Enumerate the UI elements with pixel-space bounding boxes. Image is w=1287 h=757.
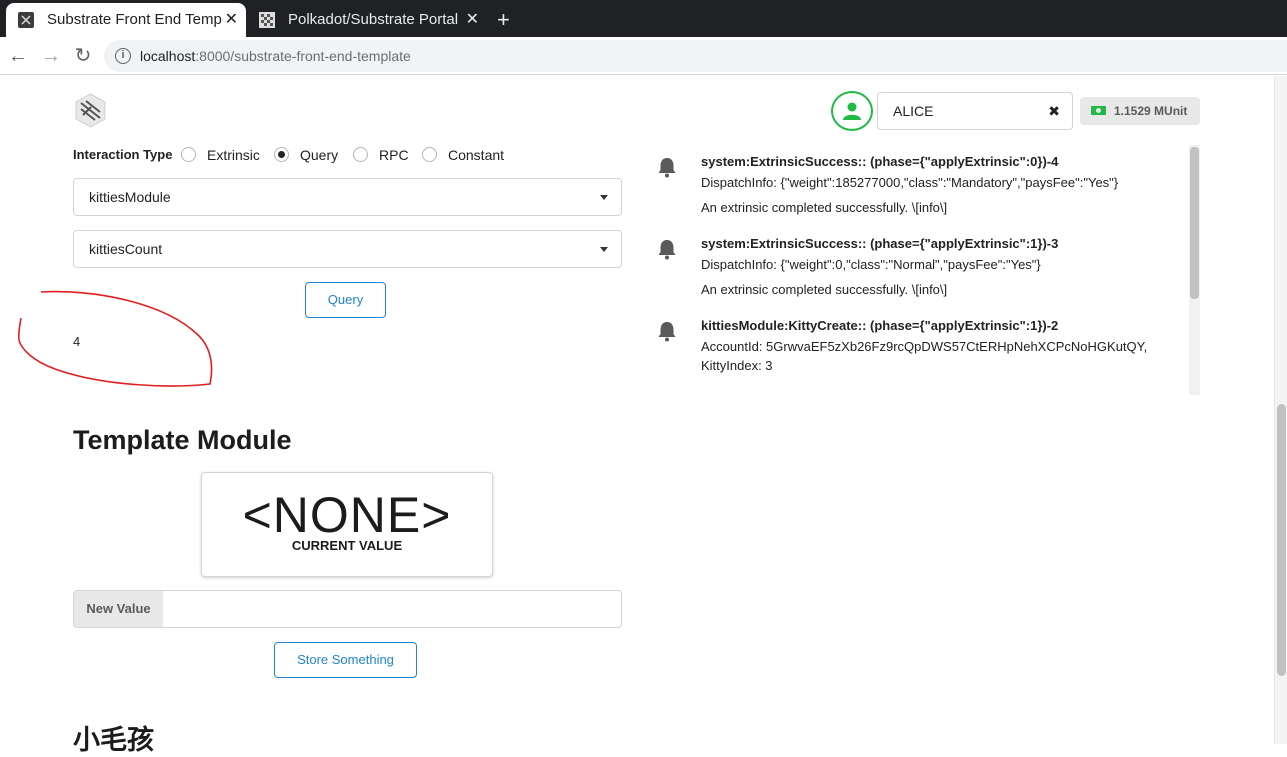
url-text: localhost:8000/substrate-front-end-templ… — [140, 48, 411, 64]
radio-constant[interactable]: Constant — [422, 147, 504, 163]
store-something-button[interactable]: Store Something — [274, 642, 417, 678]
radio-rpc[interactable]: RPC — [353, 147, 409, 163]
current-value: <NONE> — [242, 487, 452, 543]
callable-dropdown[interactable]: kittiesCount — [73, 230, 622, 268]
event-summary: kittiesModule:KittyCreate:: (phase={"app… — [701, 318, 1059, 333]
info-icon[interactable]: i — [115, 48, 131, 64]
tab-title: Substrate Front End Template — [47, 11, 222, 28]
account-dropdown[interactable]: ALICE ✖ — [877, 92, 1073, 130]
forward-arrow-icon[interactable]: → — [38, 43, 64, 69]
substrate-favicon-icon — [18, 12, 34, 28]
section-title-next: 小毛孩 — [73, 725, 154, 755]
event-description: An extrinsic completed successfully. \[i… — [701, 282, 948, 297]
balance-value: 1.1529 MUnit — [1114, 104, 1188, 118]
events-scrollbar[interactable] — [1189, 145, 1200, 395]
account-name: ALICE — [893, 103, 934, 119]
events-feed[interactable]: system:ExtrinsicSuccess:: (phase={"apply… — [650, 145, 1200, 395]
radio-button[interactable] — [274, 147, 289, 162]
account-avatar[interactable] — [831, 91, 873, 131]
callable-value: kittiesCount — [89, 241, 163, 257]
pallet-value: kittiesModule — [89, 189, 171, 205]
new-value-label: New Value — [74, 591, 163, 627]
event-meta: AccountId: 5GrwvaEF5zXb26Fz9rcQpDWS57CtE… — [701, 339, 1148, 354]
tab-title: Polkadot/Substrate Portal — [288, 11, 459, 28]
radio-button[interactable] — [422, 147, 437, 162]
bell-icon — [658, 322, 676, 342]
polkadot-favicon-icon — [259, 12, 275, 28]
annotation-circle — [17, 290, 213, 387]
money-icon — [1091, 106, 1106, 115]
scrollbar-thumb[interactable] — [1190, 147, 1199, 299]
bell-icon — [658, 240, 676, 260]
back-arrow-icon[interactable]: ← — [5, 43, 31, 69]
new-tab-icon[interactable]: + — [497, 6, 510, 34]
event-description: An extrinsic completed successfully. \[i… — [701, 200, 948, 215]
event-meta: DispatchInfo: {"weight":0,"class":"Norma… — [701, 257, 1041, 272]
radio-button[interactable] — [353, 147, 368, 162]
new-value-field[interactable]: New Value — [73, 590, 622, 628]
radio-query[interactable]: Query — [274, 147, 338, 163]
event-summary: system:ExtrinsicSuccess:: (phase={"apply… — [701, 236, 1059, 251]
event-summary: system:ExtrinsicSuccess:: (phase={"apply… — [701, 154, 1059, 169]
pallet-dropdown[interactable]: kittiesModule — [73, 178, 622, 216]
close-tab-icon[interactable]: ✕ — [466, 3, 479, 37]
address-bar[interactable]: i localhost:8000/substrate-front-end-tem… — [104, 40, 1287, 72]
user-icon — [843, 102, 861, 120]
balance-badge: 1.1529 MUnit — [1080, 97, 1200, 125]
close-tab-icon[interactable]: ✕ — [225, 3, 238, 37]
browser-tab-inactive[interactable]: Polkadot/Substrate Portal ✕ — [247, 3, 487, 37]
clear-icon[interactable]: ✖ — [1048, 93, 1060, 129]
current-value-card: <NONE> CURRENT VALUE — [201, 472, 493, 577]
browser-tab-active[interactable]: Substrate Front End Template ✕ — [6, 3, 246, 37]
reload-icon[interactable]: ↻ — [70, 43, 96, 69]
scrollbar-thumb[interactable] — [1277, 404, 1286, 676]
radio-button[interactable] — [181, 147, 196, 162]
section-title-template-module: Template Module — [73, 425, 292, 455]
query-button[interactable]: Query — [305, 282, 386, 318]
event-meta: DispatchInfo: {"weight":185277000,"class… — [701, 175, 1119, 190]
page-scrollbar[interactable] — [1274, 76, 1287, 744]
browser-toolbar: ← → ↻ i localhost:8000/substrate-front-e… — [0, 37, 1287, 75]
interaction-type-label: Interaction Type — [73, 147, 173, 162]
browser-tab-bar: Substrate Front End Template ✕ Polkadot/… — [0, 0, 1287, 37]
caret-down-icon — [600, 195, 608, 200]
substrate-logo-icon — [75, 93, 106, 128]
caret-down-icon — [600, 247, 608, 252]
bell-icon — [658, 158, 676, 178]
event-meta: KittyIndex: 3 — [701, 358, 773, 373]
radio-extrinsic[interactable]: Extrinsic — [181, 147, 260, 163]
